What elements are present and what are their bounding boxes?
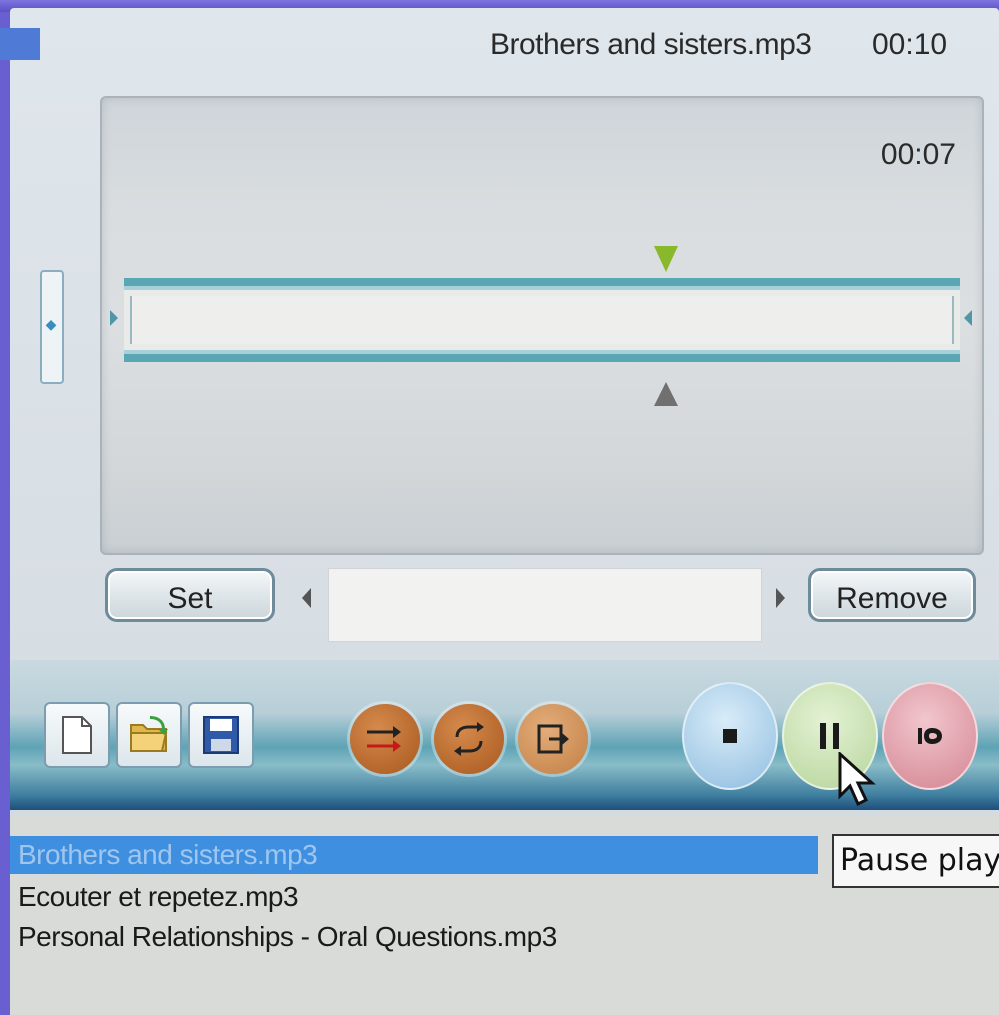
track-end-arrow-icon[interactable]	[964, 310, 972, 326]
new-file-button[interactable]	[44, 702, 110, 768]
previous-bookmark-arrow-icon[interactable]	[302, 588, 311, 608]
current-file-title: Brothers and sisters.mp3	[490, 28, 812, 61]
repeat-mode-button[interactable]	[434, 704, 504, 774]
repeat-icon	[454, 722, 484, 756]
sequence-icon	[367, 726, 401, 752]
bookmark-marker-icon[interactable]	[654, 382, 678, 406]
stop-button[interactable]	[682, 682, 778, 790]
position-track[interactable]	[124, 278, 960, 362]
playhead-marker-icon[interactable]	[654, 246, 678, 272]
zoom-knob-icon[interactable]: ◆	[45, 316, 57, 332]
zoom-slider[interactable]: ◆	[40, 270, 64, 384]
open-file-button[interactable]	[116, 702, 182, 768]
track-bar	[130, 296, 954, 344]
set-bookmark-button[interactable]: Set	[105, 568, 275, 622]
bookmark-field[interactable]	[328, 568, 762, 642]
save-file-button[interactable]	[188, 702, 254, 768]
player-window: Brothers and sisters.mp3 00:10 ◆ 00:07 S…	[10, 8, 999, 1015]
waveform-panel[interactable]: 00:07	[100, 96, 984, 555]
corner-tab	[0, 28, 40, 60]
remove-bookmark-button[interactable]: Remove	[808, 568, 976, 622]
save-disk-icon	[203, 716, 239, 754]
track-start-arrow-icon[interactable]	[110, 310, 118, 326]
pause-icon	[820, 723, 839, 749]
playlist-item-selected[interactable]: Brothers and sisters.mp3	[10, 836, 818, 874]
next-track-button[interactable]	[882, 682, 978, 790]
next-icon	[918, 728, 942, 744]
new-file-icon	[62, 716, 92, 754]
exit-icon	[537, 724, 569, 754]
mouse-cursor-icon	[838, 752, 876, 807]
total-duration: 00:10	[872, 28, 948, 61]
open-folder-icon	[130, 716, 168, 752]
sequence-mode-button[interactable]	[350, 704, 420, 774]
next-bookmark-arrow-icon[interactable]	[776, 588, 785, 608]
stop-icon	[723, 729, 737, 743]
playlist-item[interactable]: Personal Relationships - Oral Questions.…	[18, 918, 557, 956]
pause-tooltip: Pause play	[832, 834, 999, 888]
playlist-item[interactable]: Ecouter et repetez.mp3	[18, 878, 299, 916]
current-position-time: 00:07	[880, 138, 956, 171]
exit-mode-button[interactable]	[518, 704, 588, 774]
